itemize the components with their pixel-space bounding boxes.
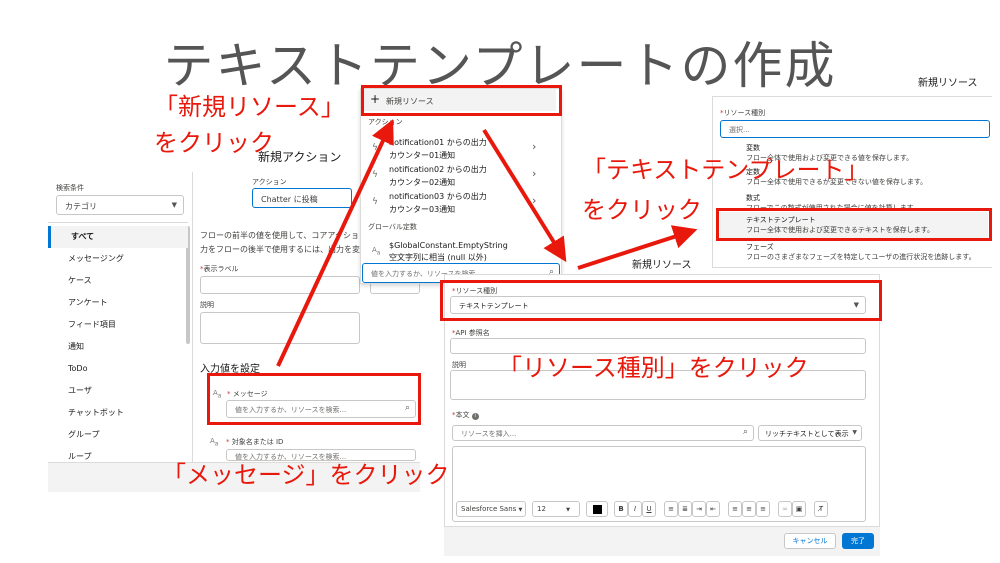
arrow-message-to-new-resource xyxy=(276,119,394,367)
annotation-resource-type: 「リソース種別」をクリック xyxy=(498,354,809,382)
arrow-new-resource-to-panel xyxy=(482,128,567,263)
annotation-new-resource-2: をクリック xyxy=(154,129,274,157)
arrow-panel-to-text-template xyxy=(577,225,698,270)
annotation-arrows xyxy=(276,119,698,367)
annotation-message: 「メッセージ」をクリック xyxy=(162,461,450,489)
annotation-text-template-2: をクリック xyxy=(582,196,702,224)
annotation-text-template-1: 「テキストテンプレート」 xyxy=(582,156,869,184)
annotation-new-resource-1: 「新規リソース」 xyxy=(154,93,345,121)
